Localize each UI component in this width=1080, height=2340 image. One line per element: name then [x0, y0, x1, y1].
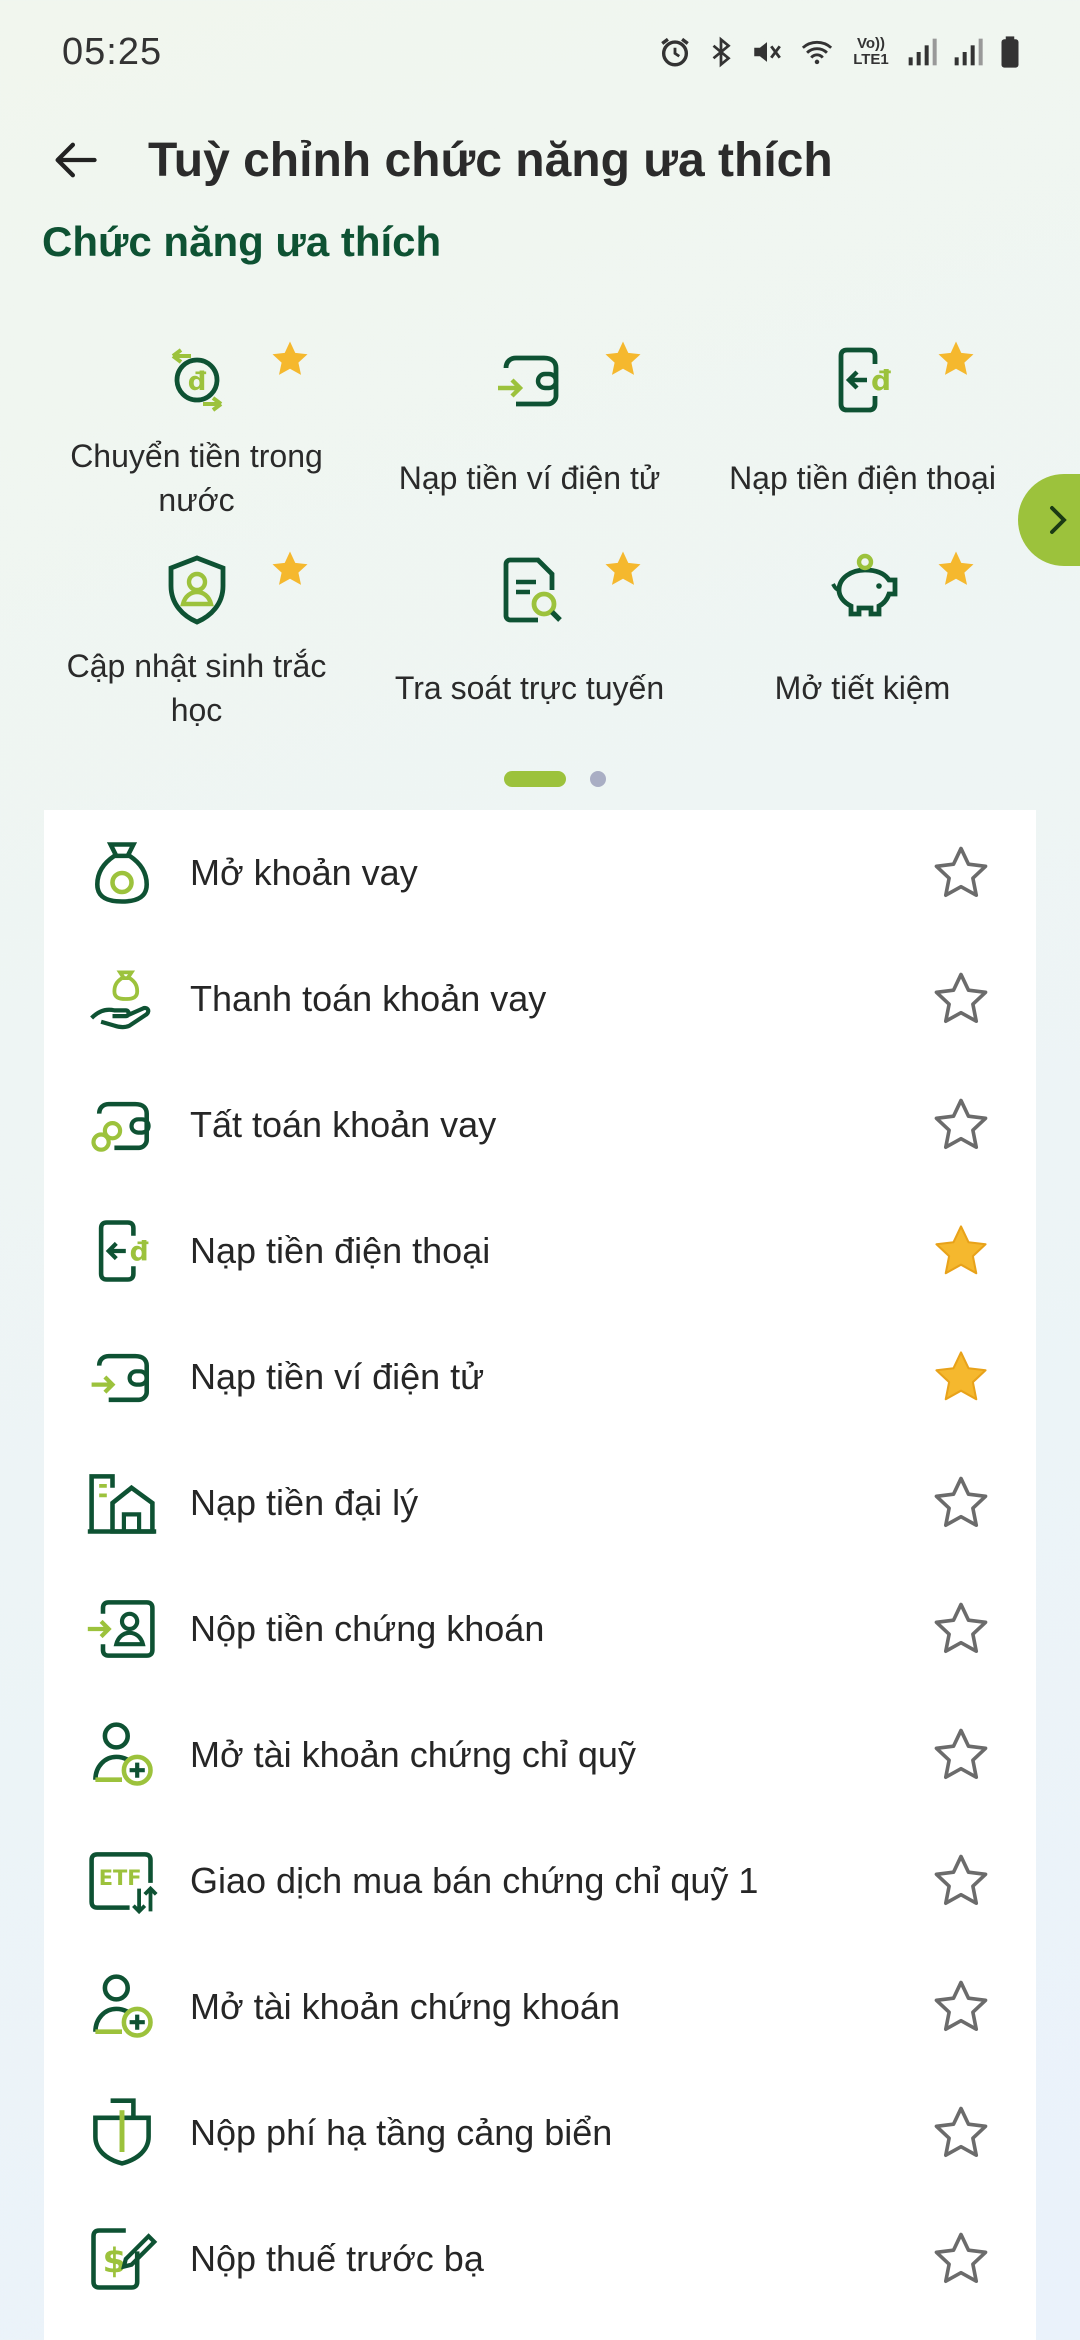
svg-text:đ: đ: [130, 1237, 149, 1268]
phone-topup-icon: đ: [98, 1220, 149, 1282]
favorite-label: Chuyển tiền trong nước: [70, 438, 323, 518]
battery-icon: [1001, 36, 1019, 68]
alarm-icon: [661, 37, 689, 67]
favorite-item-open-savings[interactable]: Mở tiết kiệm: [696, 530, 1029, 740]
ship-icon: [93, 2098, 151, 2166]
add-user-icon: [93, 1722, 153, 1786]
phone-topup-icon: đ: [838, 347, 891, 413]
document-search-icon: [503, 557, 562, 623]
star-filled-icon[interactable]: [935, 338, 977, 380]
page-dot[interactable]: [590, 771, 606, 787]
svg-text:đ: đ: [187, 367, 206, 397]
hand-money-icon: [90, 970, 151, 1030]
back-button[interactable]: [30, 115, 120, 205]
star-outline-icon[interactable]: [930, 1724, 992, 1786]
signal-icon: [908, 38, 937, 66]
star-filled-icon[interactable]: [930, 1220, 992, 1282]
svg-text:đ: đ: [870, 364, 890, 397]
list-item-label: Tất toán khoản vay: [190, 1104, 497, 1145]
favorite-item-ewallet-topup[interactable]: Nạp tiền ví điện tử: [363, 320, 696, 530]
list-item-label: Giao dịch mua bán chứng chỉ quỹ 1: [190, 1860, 759, 1901]
list-item[interactable]: Nộp phí hạ tầng cảng biển: [44, 2070, 1036, 2196]
star-filled-icon[interactable]: [602, 338, 644, 380]
list-item[interactable]: Nạp tiền ví điện tử: [44, 1314, 1036, 1440]
list-item[interactable]: Nộp tiền chứng khoán: [44, 1566, 1036, 1692]
star-outline-icon[interactable]: [930, 1472, 992, 1534]
pagination-dots: [0, 771, 1080, 787]
star-outline-icon[interactable]: [930, 968, 992, 1030]
mute-icon: [754, 42, 781, 62]
piggy-bank-icon: [830, 553, 897, 617]
list-item[interactable]: $ Nộp thuế trước bạ: [44, 2196, 1036, 2322]
star-outline-icon[interactable]: [930, 1094, 992, 1156]
list-item-label: Mở tài khoản chứng chỉ quỹ: [190, 1734, 636, 1775]
biometric-shield-icon: [168, 555, 225, 625]
list-item-label: Mở tài khoản chứng khoán: [190, 1986, 620, 2027]
header: Tuỳ chỉnh chức năng ưa thích: [0, 110, 1080, 210]
list-item[interactable]: Mở tài khoản chứng khoán: [44, 1944, 1036, 2070]
page-title: Tuỳ chỉnh chức năng ưa thích: [148, 133, 833, 187]
agent-store-icon: [87, 1474, 157, 1534]
etf-icon: ETF: [89, 1852, 158, 1915]
loan-settle-icon: [91, 1101, 151, 1152]
favorite-label: Mở tiết kiệm: [774, 670, 951, 706]
star-outline-icon[interactable]: [930, 1598, 992, 1660]
favorite-item-phone-topup[interactable]: đ Nạp tiền điện thoại: [696, 320, 1029, 530]
list-item[interactable]: ETF Giao dịch mua bán chứng chỉ quỹ 1: [44, 1818, 1036, 1944]
list-item[interactable]: Mở tài khoản chứng chỉ quỹ: [44, 1692, 1036, 1818]
signal-icon: [954, 38, 983, 66]
favorite-label: Tra soát trực tuyến: [394, 670, 665, 706]
money-bag-icon: [95, 842, 149, 904]
status-bar: 05:25 Vo)) LTE1: [0, 0, 1080, 104]
star-outline-icon[interactable]: [930, 842, 992, 904]
wallet-icon: [91, 1353, 149, 1403]
star-outline-icon[interactable]: [930, 1850, 992, 1912]
status-icons: Vo)) LTE1: [658, 35, 1022, 69]
bluetooth-icon: [712, 36, 731, 68]
volte-icon: Vo)) LTE1: [853, 35, 889, 68]
star-filled-icon[interactable]: [269, 338, 311, 380]
list-item[interactable]: Nạp tiền đại lý: [44, 1440, 1036, 1566]
list-item-label: Mở khoản vay: [190, 852, 418, 893]
tax-icon: $: [91, 2228, 158, 2290]
favorite-item-biometric-update[interactable]: Cập nhật sinh trắc học: [30, 530, 363, 740]
svg-text:$: $: [103, 2241, 127, 2281]
status-time: 05:25: [62, 30, 163, 73]
star-outline-icon[interactable]: [930, 2102, 992, 2164]
list-item-label: Nạp tiền đại lý: [190, 1482, 419, 1523]
star-filled-icon[interactable]: [930, 1346, 992, 1408]
favorite-label: Nạp tiền ví điện tử: [398, 460, 661, 496]
list-item-label: Nộp thuế trước bạ: [190, 2238, 484, 2279]
arrow-left-icon: [55, 142, 97, 178]
list-item-label: Nộp phí hạ tầng cảng biển: [190, 2112, 613, 2153]
transfer-icon: đ: [171, 348, 222, 412]
favorites-section-title: Chức năng ưa thích: [42, 218, 442, 265]
star-outline-icon[interactable]: [930, 1976, 992, 2038]
wallet-icon: [497, 355, 558, 407]
securities-deposit-icon: [87, 1600, 155, 1658]
list-item-label: Nộp tiền chứng khoán: [190, 1608, 545, 1649]
list-item-label: Nạp tiền điện thoại: [190, 1230, 491, 1271]
star-filled-icon[interactable]: [602, 548, 644, 590]
list-item[interactable]: đ Nạp tiền điện thoại: [44, 1188, 1036, 1314]
star-outline-icon[interactable]: [930, 2228, 992, 2290]
list-item[interactable]: Mở khoản vay: [44, 810, 1036, 936]
list-item[interactable]: Tất toán khoản vay: [44, 1062, 1036, 1188]
favorite-label: Cập nhật sinh trắc học: [66, 648, 327, 728]
favorites-grid: đ Chuyển tiền trong nước Nạp tiền ví điệ…: [30, 320, 1030, 740]
star-filled-icon[interactable]: [269, 548, 311, 590]
favorite-item-online-inquiry[interactable]: Tra soát trực tuyến: [363, 530, 696, 740]
list-item-label: Thanh toán khoản vay: [190, 978, 547, 1019]
add-user-icon: [93, 1974, 153, 2038]
functions-list: Mở khoản vay Thanh toán khoản vay Tất to…: [44, 810, 1036, 2340]
favorite-item-domestic-transfer[interactable]: đ Chuyển tiền trong nước: [30, 320, 363, 530]
page-dot-active[interactable]: [504, 771, 566, 787]
star-filled-icon[interactable]: [935, 548, 977, 590]
list-item[interactable]: Thanh toán khoản vay: [44, 936, 1036, 1062]
wifi-icon: [801, 40, 833, 65]
svg-text:ETF: ETF: [99, 1866, 142, 1890]
favorite-label: Nạp tiền điện thoại: [729, 460, 996, 496]
list-item-label: Nạp tiền ví điện tử: [190, 1356, 485, 1397]
chevron-right-icon: [1050, 506, 1067, 534]
